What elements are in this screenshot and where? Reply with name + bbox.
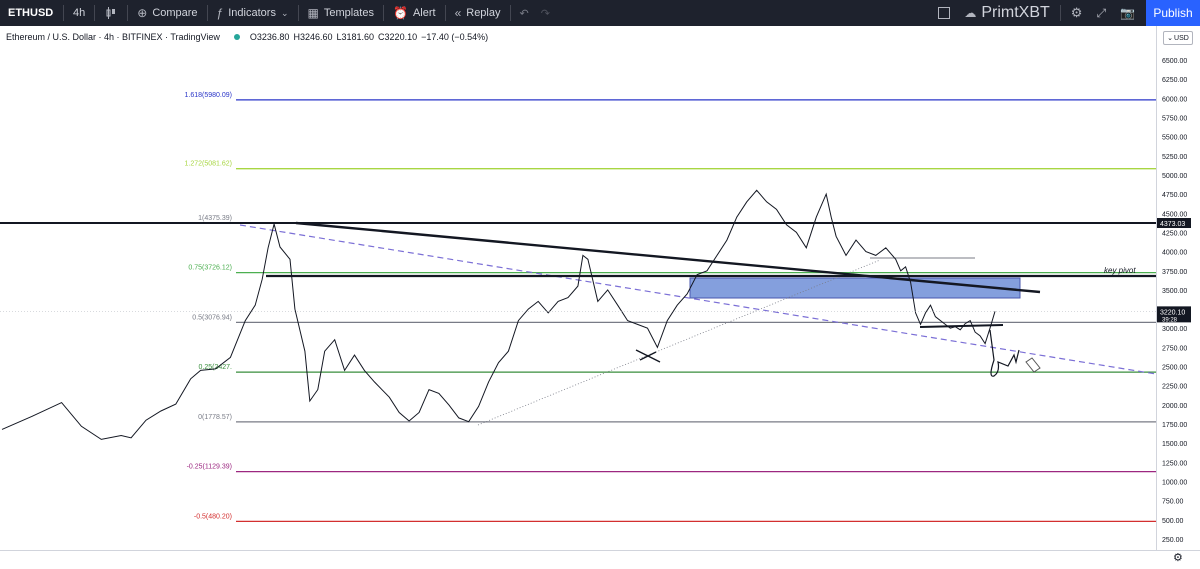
price-tick-label: 3500.00	[1162, 288, 1187, 295]
fib-level-label: 1(4375.39)	[198, 215, 232, 222]
dotted-trendline	[477, 259, 881, 426]
price-tick-label: 2500.00	[1162, 365, 1187, 372]
price-tick-label: 2250.00	[1162, 384, 1187, 391]
price-tick-label: 4750.00	[1162, 192, 1187, 199]
price-tick-label: 6250.00	[1162, 77, 1187, 84]
price-tick-label: 250.00	[1162, 537, 1184, 544]
price-tick-label: 1750.00	[1162, 422, 1187, 429]
fib-level-label: 1.272(5081.62)	[185, 161, 232, 168]
fib-level-label: -0.25(1129.39)	[187, 464, 232, 471]
price-chart[interactable]: 6500.00 6250.00 6000.00 5750.00 5500.00 5250.…	[0, 0, 1200, 568]
price-tick-label: 4000.00	[1162, 250, 1187, 257]
fib-level-label: 0.75(3726.12)	[188, 265, 232, 272]
price-tick-label: 750.00	[1162, 499, 1184, 506]
demand-zone-box	[689, 277, 1021, 299]
axis-settings-icon[interactable]: ⚙	[1173, 551, 1183, 564]
price-tick-label: 3000.00	[1162, 326, 1187, 333]
pencil-cursor-icon	[1025, 357, 1041, 373]
price-tick-label: 1000.00	[1162, 480, 1187, 487]
fib-level-label: 0.5(3076.94)	[192, 314, 232, 321]
price-tick-label: 5500.00	[1162, 135, 1187, 142]
price-series-line	[1, 189, 996, 440]
price-tick-label: 6000.00	[1162, 96, 1187, 103]
key-pivot-annotation: key pivot	[1104, 266, 1136, 275]
time-axis[interactable]	[0, 550, 1200, 569]
price-tick-label: 5750.00	[1162, 115, 1187, 122]
fib-level-label: 0(1778.57)	[198, 414, 232, 421]
countdown-label: 39:28	[1162, 317, 1178, 323]
price-marker-label: 4373.03	[1160, 221, 1185, 228]
projection-scribble	[989, 329, 1020, 377]
price-tick-label: 1250.00	[1162, 460, 1187, 467]
price-tick-label: 4500.00	[1162, 211, 1187, 218]
price-tick-label: 2000.00	[1162, 403, 1187, 410]
fib-level-label: 1.618(5980.09)	[185, 92, 232, 99]
price-tick-label: 5250.00	[1162, 154, 1187, 161]
price-tick-label: 4250.00	[1162, 230, 1187, 237]
price-tick-label: 2750.00	[1162, 345, 1187, 352]
fib-level-label: -0.5(480.20)	[194, 513, 232, 520]
price-tick-label: 500.00	[1162, 518, 1184, 525]
price-marker-label: 3220.10	[1160, 309, 1185, 316]
price-tick-label: 6500.00	[1162, 58, 1187, 65]
price-tick-label: 5000.00	[1162, 173, 1187, 180]
price-tick-label: 3750.00	[1162, 269, 1187, 276]
price-tick-label: 1500.00	[1162, 441, 1187, 448]
